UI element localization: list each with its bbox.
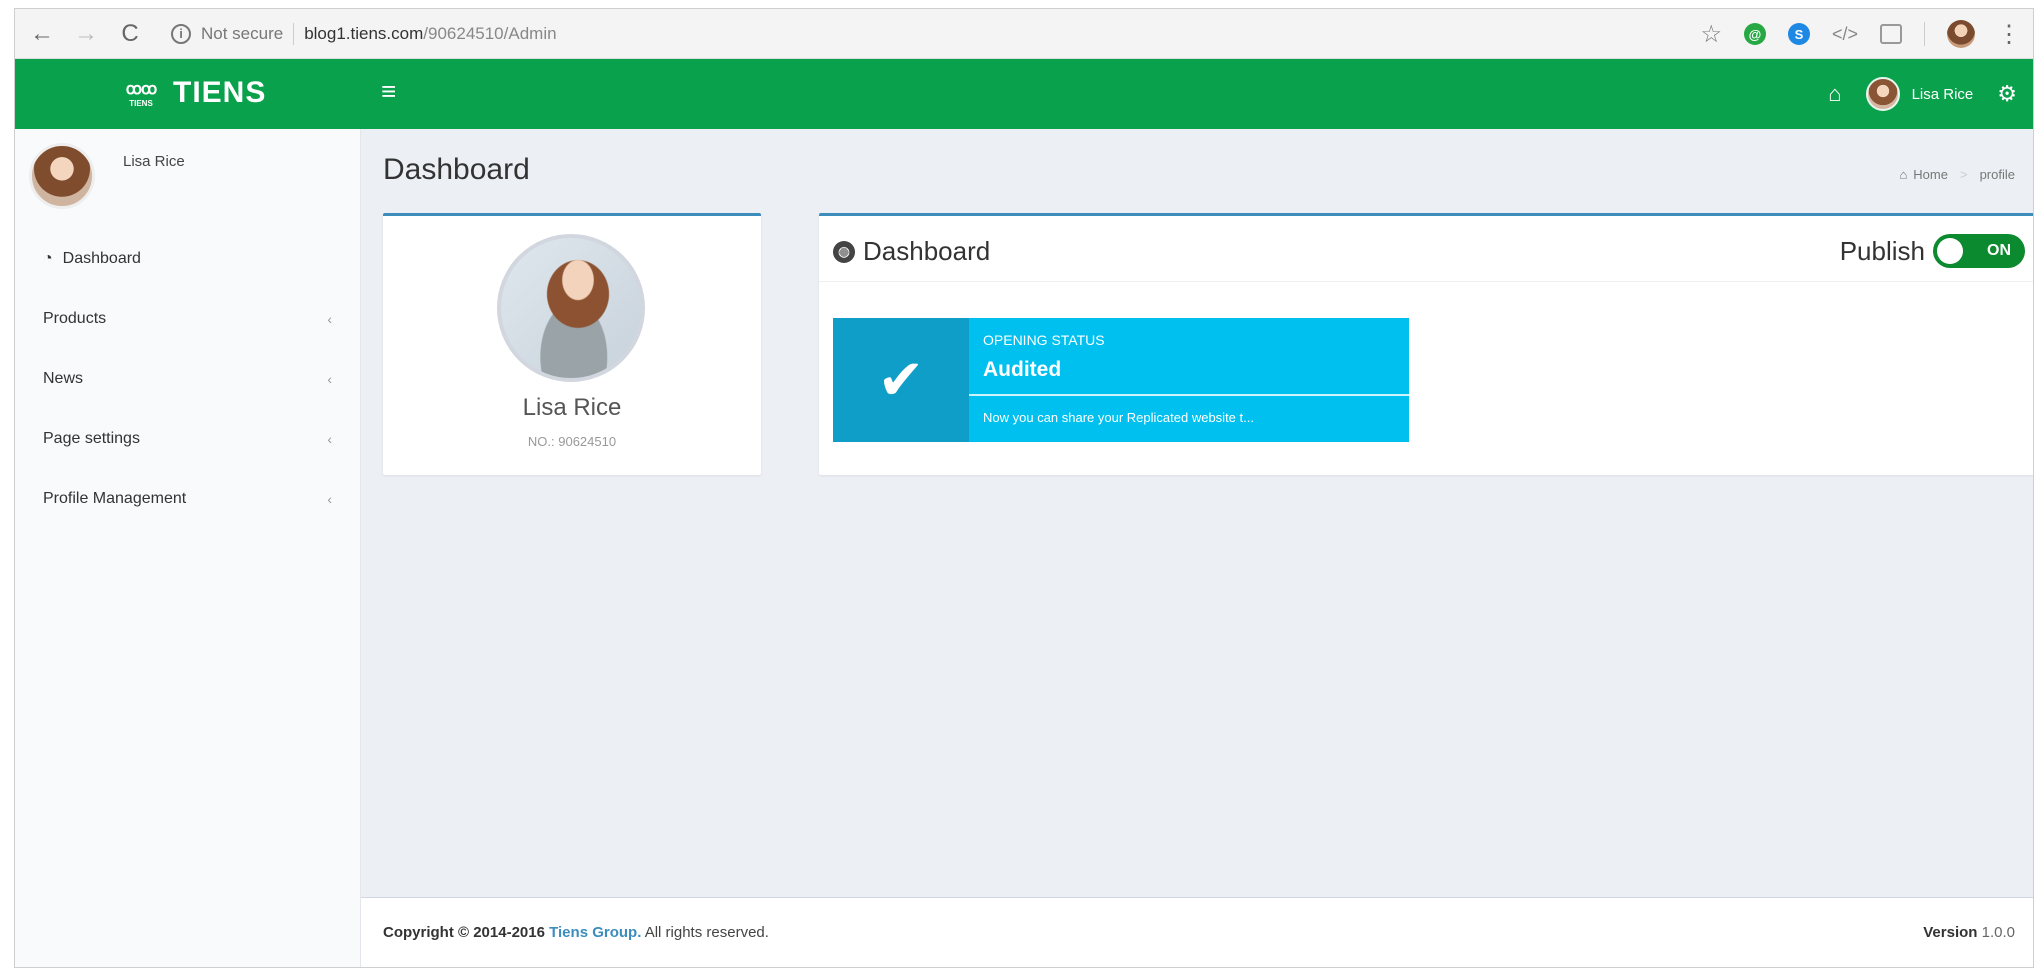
sidebar-item-label: News bbox=[43, 370, 84, 387]
version-label: Version bbox=[1923, 924, 1978, 941]
breadcrumb: ⌂ Home > profile bbox=[1899, 167, 2015, 182]
copyright-prefix: Copyright © 2014-2016 bbox=[383, 924, 545, 941]
company-link[interactable]: Tiens Group. bbox=[549, 924, 641, 941]
sidebar-item-profile-management[interactable]: Profile Management ‹ bbox=[15, 469, 360, 529]
chevron-left-icon: ‹ bbox=[327, 431, 332, 447]
url-separator bbox=[293, 22, 295, 45]
sidebar-item-page-settings[interactable]: Page settings ‹ bbox=[15, 409, 360, 469]
browser-toolbar: ← → C i Not secure blog1.tiens.com/90624… bbox=[15, 9, 2033, 59]
dashboard-panel-title: ◍ Dashboard bbox=[833, 236, 990, 267]
tiens-logo-icon: ꝏꝏ TIENS bbox=[125, 80, 158, 108]
sidebar: Lisa Rice ◔ Dashboard Products ‹ News ‹ … bbox=[15, 129, 361, 967]
sidebar-item-label: Dashboard bbox=[62, 250, 141, 267]
breadcrumb-home[interactable]: Home bbox=[1913, 167, 1948, 182]
profile-card: Lisa Rice NO.: 90624510 bbox=[383, 213, 761, 475]
forward-arrow-icon[interactable]: → bbox=[69, 17, 103, 51]
hamburger-menu-icon[interactable]: ≡ bbox=[381, 76, 396, 107]
home-icon[interactable]: ⌂ bbox=[1828, 81, 1841, 107]
status-progress-bar bbox=[969, 394, 1409, 396]
dashboard-panel-header: ◍ Dashboard Publish ON bbox=[819, 216, 2033, 282]
rights-text: All rights reserved. bbox=[644, 924, 769, 941]
page-title: Dashboard bbox=[383, 153, 530, 186]
url-host: blog1.tiens.com bbox=[304, 23, 424, 43]
chevron-left-icon: ‹ bbox=[327, 491, 332, 507]
toggle-knob bbox=[1937, 238, 1963, 264]
browser-extensions: ☆ @ S </> ⋮ bbox=[1700, 17, 2021, 51]
footer: Copyright © 2014-2016 Tiens Group. All r… bbox=[361, 897, 2033, 967]
sidebar-menu: ◔ Dashboard Products ‹ News ‹ Page setti… bbox=[15, 229, 360, 529]
settings-gears-icon[interactable]: ⚙ bbox=[1997, 81, 2017, 107]
publish-control: Publish ON bbox=[1840, 234, 2025, 268]
address-bar[interactable]: blog1.tiens.com/90624510/Admin bbox=[304, 24, 556, 44]
copyright: Copyright © 2014-2016 Tiens Group. All r… bbox=[383, 924, 769, 941]
sidebar-avatar bbox=[29, 143, 95, 209]
profile-number: NO.: 90624510 bbox=[527, 434, 617, 449]
sidebar-user-panel: Lisa Rice bbox=[29, 143, 185, 209]
url-path: /90624510/Admin bbox=[423, 23, 557, 43]
dashboard-icon: ◔ bbox=[43, 250, 53, 267]
browser-profile-avatar[interactable] bbox=[1947, 20, 1975, 48]
sidebar-item-dashboard[interactable]: ◔ Dashboard bbox=[15, 229, 360, 289]
extension-skype-icon[interactable]: S bbox=[1787, 23, 1810, 45]
opening-status-box: ✔ OPENING STATUS Audited Now you can sha… bbox=[833, 318, 1409, 442]
extension-green-icon[interactable]: @ bbox=[1743, 23, 1766, 45]
sidebar-item-products[interactable]: Products ‹ bbox=[15, 289, 360, 349]
status-value: Audited bbox=[983, 358, 1062, 381]
navbar-right: ⌂ Lisa Rice ⚙ bbox=[1828, 59, 2017, 129]
sidebar-item-label: Page settings bbox=[43, 430, 140, 447]
reload-icon[interactable]: C bbox=[113, 17, 147, 51]
toolbar-divider bbox=[1924, 22, 1925, 46]
status-label: OPENING STATUS bbox=[983, 332, 1105, 348]
bookmark-star-icon[interactable]: ☆ bbox=[1700, 20, 1722, 49]
sidebar-item-label: Profile Management bbox=[43, 490, 187, 507]
breadcrumb-profile: profile bbox=[1979, 167, 2015, 182]
brand-name: TIENS bbox=[173, 76, 267, 109]
dashboard-panel: ◍ Dashboard Publish ON ✔ OPENING STATUS … bbox=[819, 213, 2033, 475]
not-secure-label: Not secure bbox=[201, 23, 284, 43]
profile-photo bbox=[497, 234, 645, 382]
user-menu[interactable]: Lisa Rice bbox=[1865, 77, 1974, 111]
back-arrow-icon[interactable]: ← bbox=[25, 17, 59, 51]
browser-menu-icon[interactable]: ⋮ bbox=[1997, 20, 2021, 49]
sidebar-item-label: Products bbox=[43, 310, 107, 327]
profile-name: Lisa Rice bbox=[522, 394, 622, 421]
main-content: Dashboard ⌂ Home > profile Lisa Rice NO.… bbox=[361, 129, 2033, 897]
version-value: 1.0.0 bbox=[1981, 924, 2015, 941]
extension-box-icon[interactable] bbox=[1880, 24, 1902, 44]
top-navbar: ꝏꝏ TIENS TIENS ≡ ⌂ Lisa Rice ⚙ bbox=[15, 59, 2033, 129]
publish-label: Publish bbox=[1839, 235, 1925, 266]
navbar-user-name: Lisa Rice bbox=[1911, 85, 1974, 103]
chevron-left-icon: ‹ bbox=[327, 311, 332, 327]
navbar-avatar bbox=[1865, 77, 1900, 111]
logo-mini-text: TIENS bbox=[129, 98, 153, 108]
extension-code-icon[interactable]: </> bbox=[1832, 24, 1858, 45]
brand-logo[interactable]: ꝏꝏ TIENS TIENS bbox=[115, 69, 266, 117]
dashboard-title-text: Dashboard bbox=[863, 236, 991, 266]
info-icon[interactable]: i bbox=[171, 23, 191, 44]
chevron-left-icon: ‹ bbox=[327, 371, 332, 387]
globe-icon: ◍ bbox=[833, 240, 855, 263]
checkmark-icon: ✔ bbox=[833, 318, 969, 442]
publish-toggle[interactable]: ON bbox=[1933, 234, 2025, 268]
status-description: Now you can share your Replicated websit… bbox=[983, 410, 1254, 425]
sidebar-user-name: Lisa Rice bbox=[123, 153, 185, 170]
version-info: Version 1.0.0 bbox=[1923, 924, 2015, 941]
toggle-state: ON bbox=[1987, 242, 2011, 259]
home-icon: ⌂ bbox=[1899, 167, 1908, 182]
browser-window: ← → C i Not secure blog1.tiens.com/90624… bbox=[14, 8, 2034, 968]
sidebar-item-news[interactable]: News ‹ bbox=[15, 349, 360, 409]
